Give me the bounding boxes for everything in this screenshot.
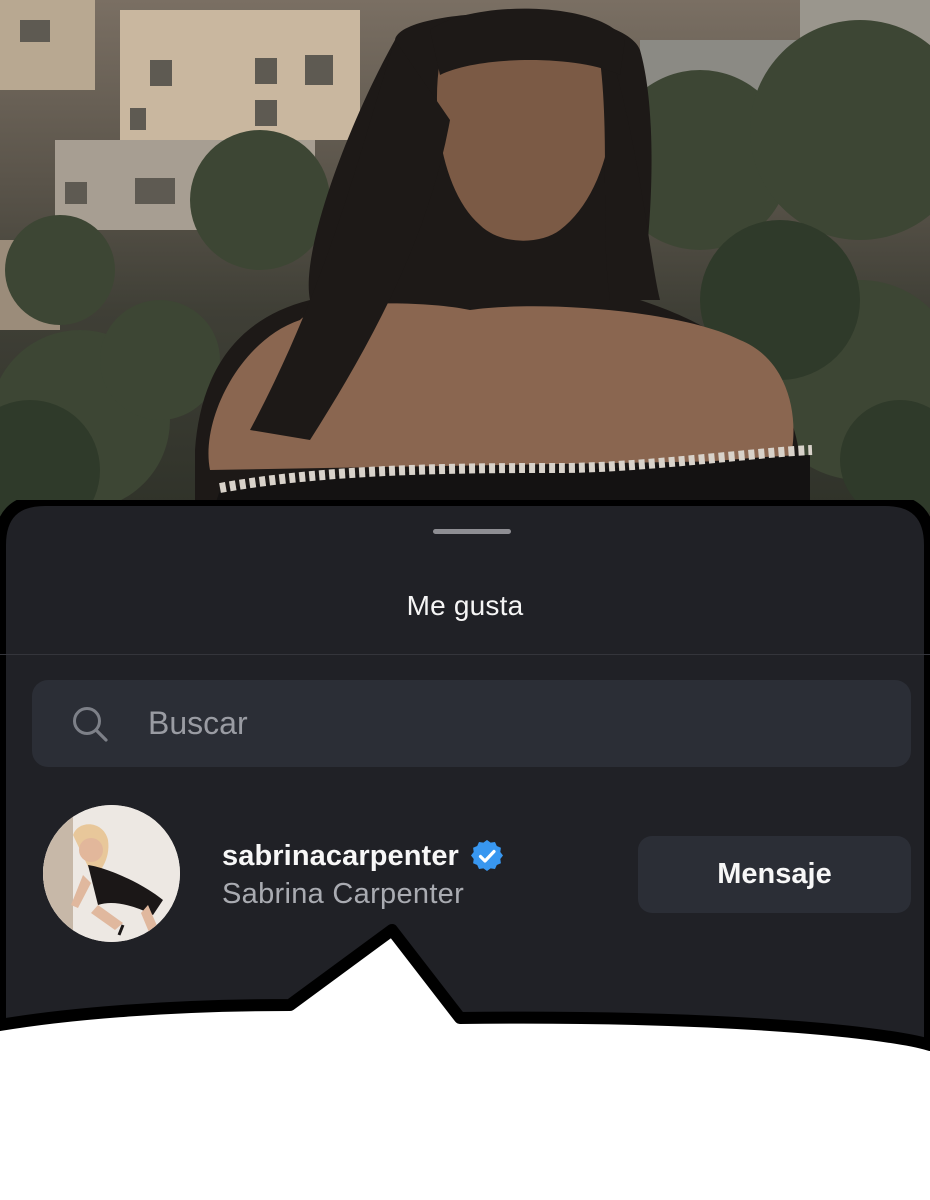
background-photo — [0, 0, 930, 520]
message-button[interactable]: Mensaje — [638, 836, 911, 913]
likes-bottom-sheet: Me gusta sabrinacarpenter — [0, 500, 930, 1200]
sheet-title: Me gusta — [406, 590, 524, 621]
search-bar[interactable] — [32, 680, 911, 767]
username[interactable]: sabrinacarpenter — [222, 840, 459, 873]
divider — [0, 654, 930, 655]
verified-badge-icon — [470, 840, 503, 871]
search-input[interactable] — [148, 700, 868, 746]
search-icon — [73, 707, 108, 742]
full-name: Sabrina Carpenter — [222, 878, 465, 910]
drag-handle[interactable] — [433, 529, 511, 534]
list-item[interactable]: sabrinacarpenter Sabrina Carpenter Mensa… — [0, 800, 930, 950]
avatar[interactable] — [43, 805, 180, 942]
username-line: sabrinacarpenter — [222, 836, 503, 876]
